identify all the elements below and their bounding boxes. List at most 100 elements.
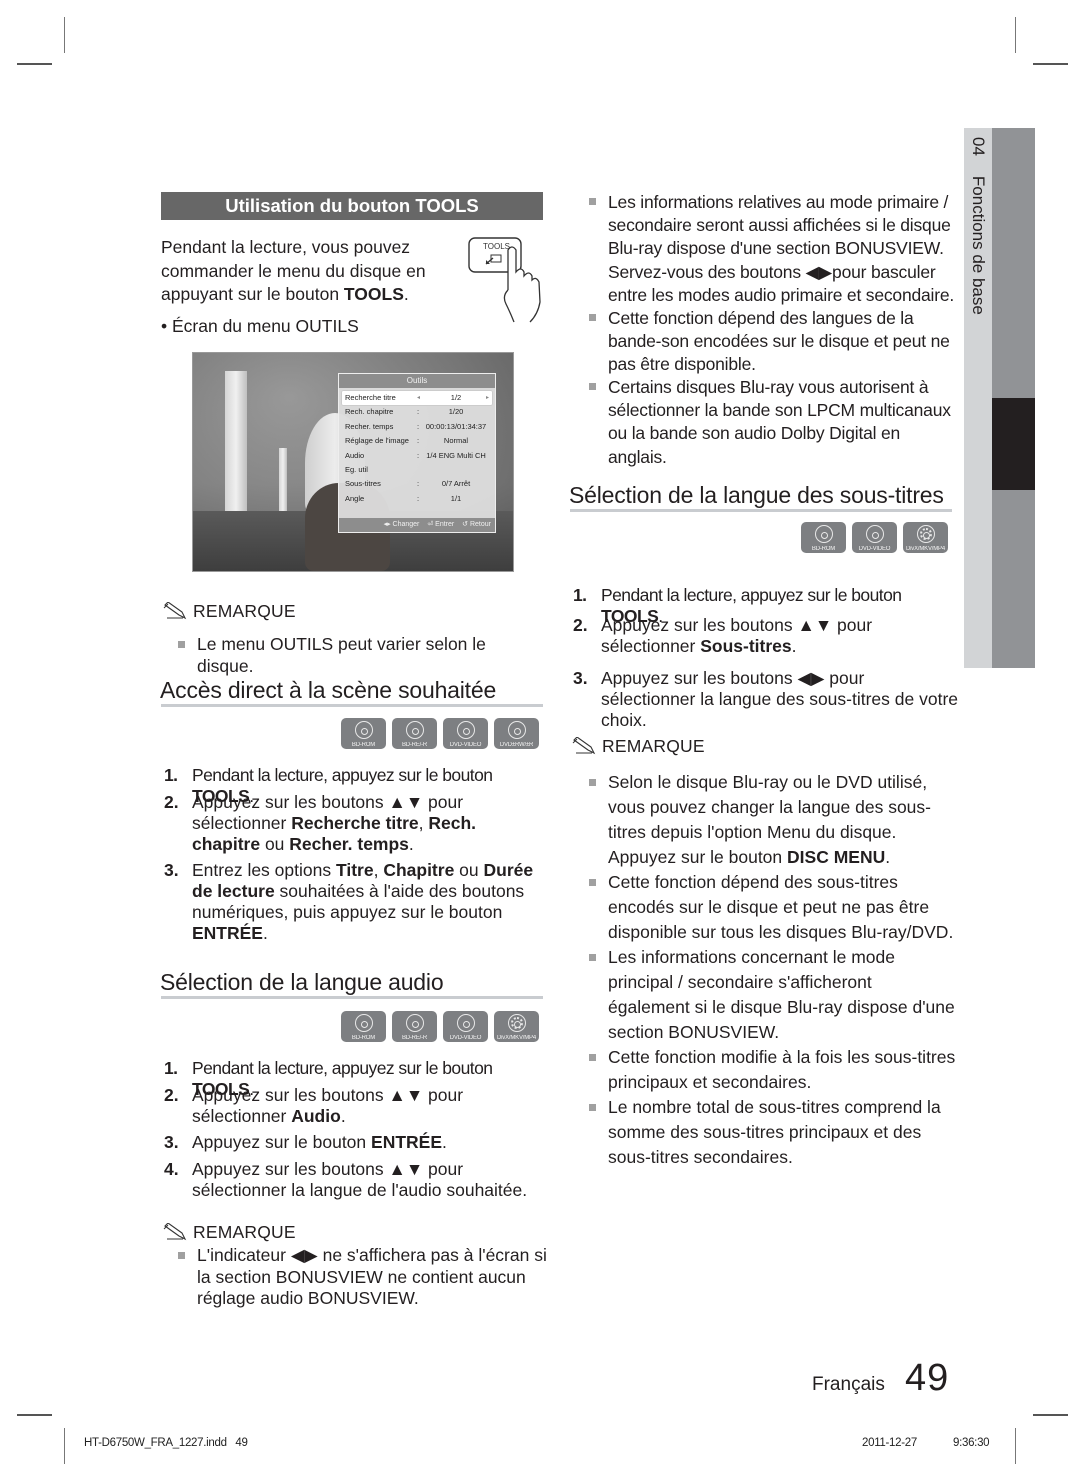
text: Le nombre total de sous-titres comprend … [608, 1097, 941, 1167]
text: Cette fonction dépend des sous-titres en… [608, 872, 954, 942]
square-bullet-icon [589, 383, 596, 390]
disc-type-icons: BD-ROM BD-RE/-R DVD-VIDEO DivX/MKV/MP4 [341, 1011, 539, 1042]
osd-item-label: Sous-titres [345, 479, 381, 489]
disc-badge-dvd-video: DVD-VIDEO [443, 1011, 488, 1042]
crop-mark [64, 17, 65, 53]
section-title-direct-access: Accès direct à la scène souhaitée [160, 677, 497, 703]
osd-menu-item[interactable]: Rech. chapitre: 1/20 [339, 405, 495, 419]
osd-item-value: 00:00:13/01:34:37 [425, 421, 487, 431]
step-number: 1. [573, 585, 587, 605]
minaret-shape [225, 371, 247, 521]
disc-badge-label: BD-ROM [811, 546, 836, 552]
step-item: 3. Appuyez sur le bouton ENTRÉE. [161, 1132, 547, 1153]
square-bullet-icon [589, 879, 596, 886]
disc-badge-label: BD-ROM [351, 1035, 376, 1041]
osd-back-hint: ↺ Retour [462, 521, 491, 528]
osd-menu-item[interactable]: Sous-titres: 0/7 Arrêt [339, 477, 495, 491]
disc-icon [354, 721, 373, 739]
osd-menu-item[interactable]: Recher. temps:00:00:13/01:34:37 [339, 420, 495, 434]
disc-badge-dvd-rw-r: DVD±RW/±R [494, 718, 539, 749]
osd-change-hint: ◂▸ Changer [383, 521, 420, 528]
note-item: Les informations relatives au mode prima… [586, 191, 956, 307]
step-number: 1. [164, 765, 178, 785]
pencil-icon [163, 1222, 187, 1241]
tools-intro-text: Pendant la lecture, vous pouvez commande… [161, 236, 461, 307]
note-text: Les informations relatives au mode prima… [608, 192, 955, 305]
crop-mark [1033, 63, 1068, 65]
note-item: Selon le disque Blu-ray ou le DVD utilis… [586, 770, 956, 870]
disc-badge-dvd-video: DVD-VIDEO [443, 718, 488, 749]
footer-language: Français [812, 1374, 885, 1395]
text: Pendant la lecture, appuyez sur le bouto… [192, 1058, 493, 1078]
step-number: 2. [573, 615, 588, 635]
bullet-screen-label: • Écran du menu OUTILS [161, 316, 359, 336]
disc-badge-label: DVD-VIDEO [858, 546, 891, 552]
disc-badge-bd-rom: BD-ROM [341, 1011, 386, 1042]
disc-badge-bd-re-r: BD-RE/-R [392, 1011, 437, 1042]
note-item: Certains disques Blu-ray vous autorisent… [586, 376, 956, 469]
step-number: 3. [573, 668, 588, 688]
page-number: 49 [905, 1357, 950, 1399]
emphasis-text: ENTRÉE [192, 923, 263, 943]
osd-item-value: 1/4 ENG Multi CH [426, 450, 486, 460]
emphasis-text: Audio [291, 1106, 341, 1126]
osd-separator: : [417, 407, 420, 417]
osd-menu-item[interactable]: Recherche titre ◂ ▸ 1/2 [342, 391, 492, 406]
note-item: Cette fonction modifie à la fois les sou… [586, 1045, 956, 1095]
disc-type-icons: BD-ROM BD-RE/-R DVD-VIDEO DVD±RW/±R [341, 718, 539, 749]
osd-menu-item[interactable]: Audio:1/4 ENG Multi CH [339, 449, 495, 463]
crop-mark [1033, 1414, 1068, 1416]
osd-item-value: Normal [443, 436, 469, 446]
text: . [442, 1132, 447, 1152]
osd-menu-item[interactable]: Angle: 1/1 [339, 492, 495, 506]
osd-separator: : [417, 421, 420, 431]
text: Pendant la lecture, appuyez sur le bouto… [192, 765, 493, 785]
slug-file: HT-D6750W_FRA_1227.indd 49 [84, 1437, 248, 1449]
osd-footer: ◂▸ Changer ⏎ Entrer ↺ Retour [339, 518, 495, 532]
chapter-tab-label: 04 Fonctions de base [967, 137, 989, 337]
square-bullet-icon [178, 1252, 185, 1259]
text: Pendant la lecture, appuyez sur le bouto… [601, 585, 902, 605]
square-bullet-icon [589, 1104, 596, 1111]
film-reel-icon [916, 525, 935, 543]
step-item: 3. Entrez les options Titre, Chapitre ou … [161, 860, 547, 944]
disc-icon [405, 721, 424, 739]
step-item: 4. Appuyez sur les boutons ▲▼ pour sélect… [161, 1159, 547, 1201]
osd-separator: : [417, 493, 420, 503]
disc-icon [507, 721, 526, 739]
crop-mark [17, 1414, 52, 1416]
osd-item-value: 1/2 [450, 393, 462, 402]
text: , [418, 813, 429, 833]
slug-time: 9:36:30 [953, 1437, 990, 1449]
disc-icon [405, 1014, 424, 1032]
remarque-heading: REMARQUE [572, 735, 705, 757]
text: ou [260, 834, 290, 854]
disc-badge-label: BD-RE/-R [401, 742, 428, 748]
text: Les informations concernant le mode prin… [608, 947, 955, 1042]
osd-item-label: Audio [345, 450, 365, 460]
square-bullet-icon [589, 198, 596, 205]
remarque-heading: REMARQUE [163, 600, 296, 622]
text: Appuyez sur les boutons ◀▶ pour sélectio… [601, 668, 959, 730]
emphasis-text: Titre [335, 860, 374, 880]
osd-title: Outils [339, 374, 495, 388]
text: Entrez les options [192, 860, 336, 880]
tools-icon-label: TOOLS [483, 242, 510, 251]
section-title-audio-language: Sélection de la langue audio [160, 969, 444, 995]
emphasis-text: Recherche titre [291, 813, 419, 833]
osd-tools-menu: Outils Recherche titre ◂ ▸ 1/2 Rech. chapitr… [338, 373, 496, 533]
crop-mark [1015, 1428, 1016, 1464]
chapter-number: 04 [969, 137, 988, 156]
square-bullet-icon [589, 1054, 596, 1061]
osd-item-value: 0/7 Arrêt [441, 479, 471, 489]
osd-menu-item[interactable]: Réglage de l'image: Normal [339, 434, 495, 448]
note-text: Cette fonction dépend des langues de la … [608, 308, 950, 375]
osd-menu-item[interactable]: Eg. util [339, 463, 495, 477]
osd-item-value: 1/20 [448, 407, 464, 417]
chapter-title: Fonctions de base [969, 175, 988, 315]
text: . [262, 923, 268, 943]
osd-item-label: Recher. temps [345, 421, 394, 431]
disc-badge-bd-rom: BD-ROM [801, 522, 846, 553]
osd-item-label: Recherche titre [345, 393, 396, 402]
disc-badge-label: BD-RE/-R [401, 1035, 428, 1041]
